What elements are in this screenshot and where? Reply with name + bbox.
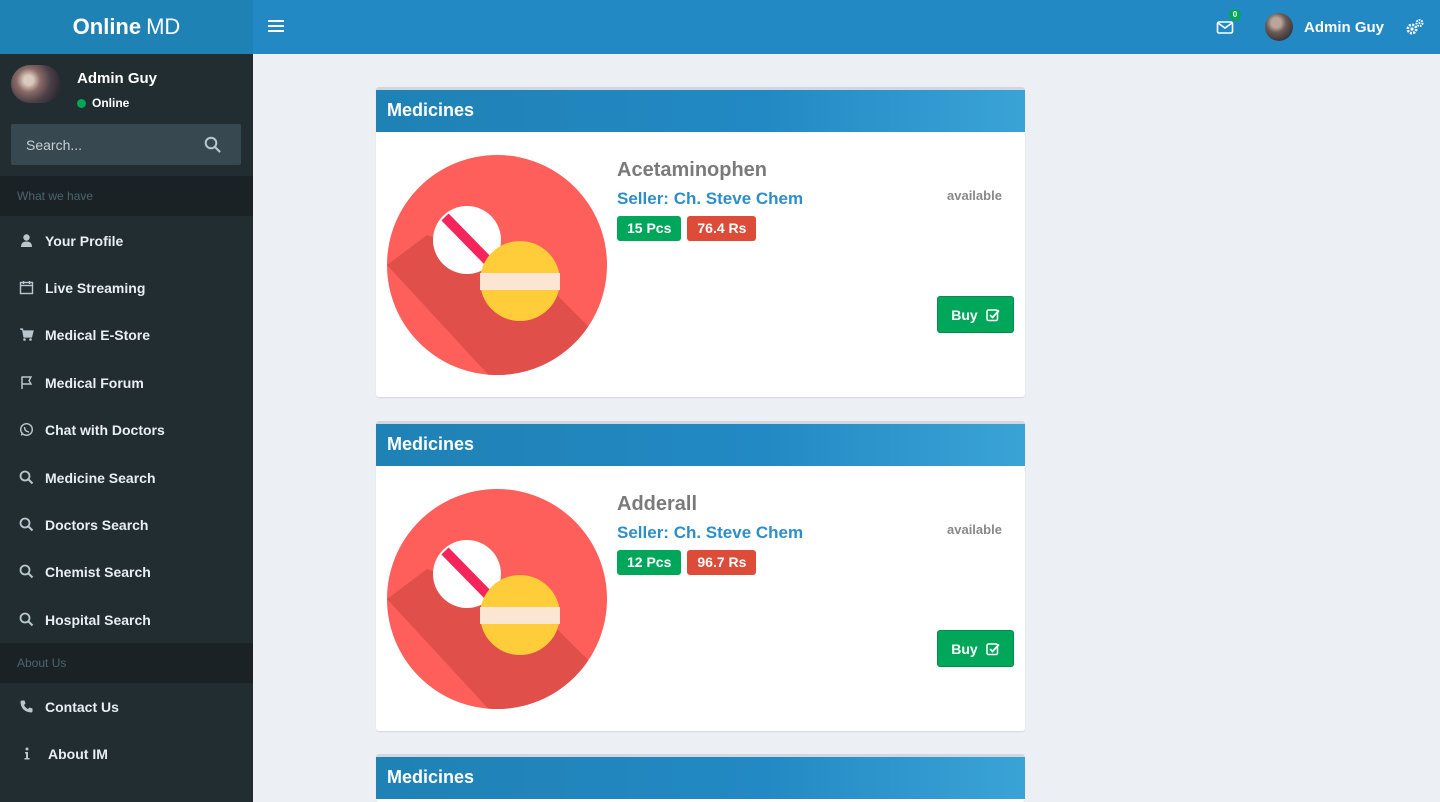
pill-icon: [387, 155, 607, 375]
sidebar-item-chat-with-doctors[interactable]: Chat with Doctors: [0, 406, 253, 453]
sidebar-item-label: Medical E-Store: [45, 326, 151, 343]
buy-label: Buy: [951, 640, 978, 657]
search-input[interactable]: [11, 124, 191, 165]
sidebar-item-your-profile[interactable]: Your Profile: [0, 217, 253, 264]
price-badge: 76.4 Rs: [687, 216, 757, 241]
status-text: Online: [92, 96, 130, 110]
user-panel: Admin Guy Online: [0, 54, 253, 124]
user-menu[interactable]: Admin Guy: [1265, 13, 1384, 41]
quantity-badge: 15 Pcs: [617, 216, 682, 241]
price-badge: 96.7 Rs: [687, 550, 757, 575]
sidebar-item-doctors-search[interactable]: Doctors Search: [0, 501, 253, 548]
sidebar: Admin Guy Online What we have Your Profi…: [0, 54, 253, 802]
availability-text: available: [947, 188, 1002, 203]
badges: 12 Pcs 96.7 Rs: [617, 550, 757, 575]
buy-label: Buy: [951, 306, 978, 323]
menu-header-about-us: About Us: [0, 643, 253, 683]
search-icon[interactable]: [204, 136, 221, 153]
avatar: [1265, 13, 1293, 41]
cart-icon: [20, 328, 34, 341]
medicine-card: Medicines: [376, 754, 1025, 802]
sidebar-item-label: Chat with Doctors: [45, 421, 165, 438]
logo-light: MD: [146, 14, 181, 39]
sidebar-item-label: Your Profile: [45, 232, 124, 249]
status-badge: Online: [77, 96, 129, 110]
quantity-badge: 12 Pcs: [617, 550, 682, 575]
sidebar-item-medical-forum[interactable]: Medical Forum: [0, 359, 253, 406]
sidebar-item-label: Hospital Search: [45, 611, 151, 628]
sidebar-toggle-icon[interactable]: [268, 17, 284, 37]
sidebar-user-name: Admin Guy: [77, 70, 158, 87]
user-menu-name: Admin Guy: [1304, 18, 1385, 36]
buy-button[interactable]: Buy: [937, 296, 1014, 333]
sidebar-item-contact-us[interactable]: Contact Us: [0, 683, 253, 730]
medicine-name: Acetaminophen: [617, 159, 768, 181]
check-square-icon: [985, 642, 1000, 655]
sidebar-item-live-streaming[interactable]: Live Streaming: [0, 264, 253, 311]
online-dot-icon: [77, 98, 86, 108]
sidebar-item-label: Doctors Search: [45, 516, 149, 533]
sidebar-search: [11, 124, 241, 165]
user-icon: [21, 234, 32, 247]
availability-text: available: [947, 522, 1002, 537]
info-icon: [24, 747, 30, 760]
sidebar-item-label: Medical Forum: [45, 374, 144, 391]
search-icon: [19, 517, 34, 532]
medicine-card: Medicines Acetaminophen Seller: Ch. Stev…: [376, 87, 1025, 397]
app-logo[interactable]: Online MD: [0, 0, 253, 54]
search-icon: [19, 564, 34, 579]
logo-bold: Online: [72, 14, 142, 39]
pill-icon: [387, 489, 607, 709]
card-title: Medicines: [376, 757, 1025, 799]
gears-icon[interactable]: [1405, 17, 1425, 37]
check-square-icon: [985, 308, 1000, 321]
sidebar-item-chemist-search[interactable]: Chemist Search: [0, 548, 253, 595]
sidebar-item-about-im[interactable]: About IM: [0, 730, 253, 777]
seller-link[interactable]: Seller: Ch. Steve Chem: [617, 189, 803, 209]
flag-icon: [21, 376, 33, 389]
sidebar-item-label: Chemist Search: [45, 563, 151, 580]
search-icon: [19, 612, 34, 627]
badges: 15 Pcs 76.4 Rs: [617, 216, 757, 241]
card-title: Medicines: [376, 424, 1025, 466]
calendar-icon: [19, 281, 34, 295]
sidebar-item-medical-e-store[interactable]: Medical E-Store: [0, 311, 253, 358]
mail-count-badge: 0: [1229, 9, 1241, 21]
sidebar-item-hospital-search[interactable]: Hospital Search: [0, 596, 253, 643]
sidebar-item-label: Live Streaming: [45, 279, 146, 296]
sidebar-item-label: Contact Us: [45, 698, 119, 715]
sidebar-item-label: Medicine Search: [45, 469, 156, 486]
avatar: [11, 65, 61, 103]
top-navbar: 0 Admin Guy: [253, 0, 1440, 54]
card-title: Medicines: [376, 90, 1025, 132]
seller-link[interactable]: Seller: Ch. Steve Chem: [617, 523, 803, 543]
menu-header-what-we-have: What we have: [0, 176, 253, 216]
search-icon: [19, 470, 34, 485]
sidebar-item-label: About IM: [48, 745, 108, 762]
medicine-name: Adderall: [617, 493, 698, 515]
whatsapp-icon: [19, 422, 34, 437]
medicine-card: Medicines Adderall Seller: Ch. Steve Che…: [376, 421, 1025, 731]
sidebar-item-medicine-search[interactable]: Medicine Search: [0, 454, 253, 501]
phone-icon: [20, 700, 33, 713]
buy-button[interactable]: Buy: [937, 630, 1014, 667]
